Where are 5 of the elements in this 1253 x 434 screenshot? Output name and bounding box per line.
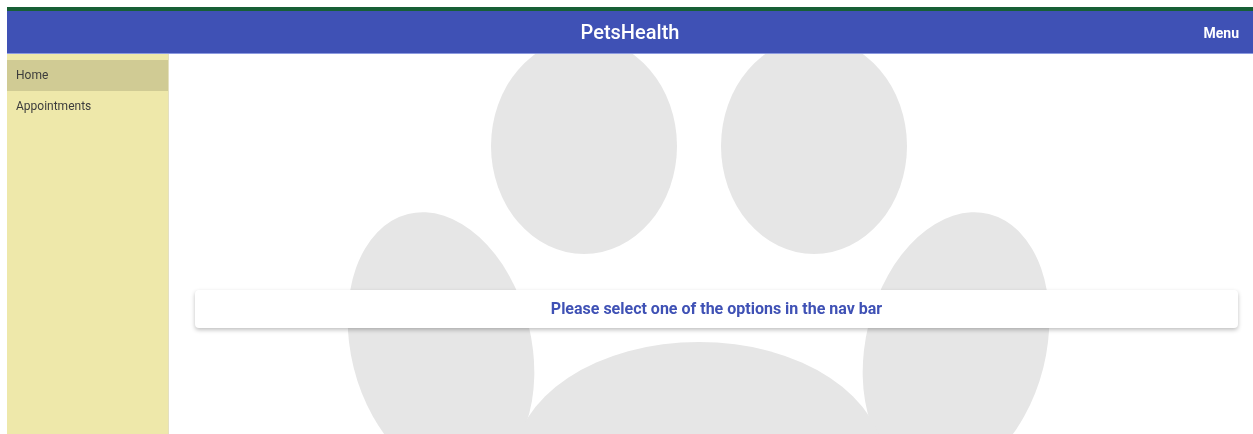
sidebar-item[interactable]: Appointments: [7, 91, 168, 122]
menu-button[interactable]: Menu: [1203, 23, 1239, 44]
app-title: PetsHealth: [580, 19, 680, 46]
message-text: Please select one of the options in the nav bar: [550, 298, 883, 320]
sidebar-item[interactable]: Home: [7, 60, 168, 91]
